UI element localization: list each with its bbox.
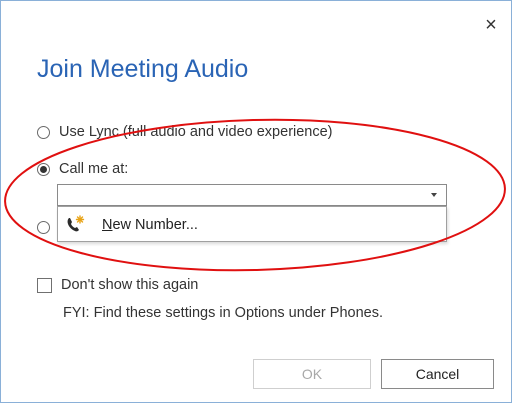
cancel-button[interactable]: Cancel <box>381 359 494 389</box>
dont-show-again-row[interactable]: Don't show this again <box>37 277 198 293</box>
dialog-title: Join Meeting Audio <box>37 55 249 83</box>
phone-new-number-icon <box>67 215 85 232</box>
chevron-down-icon[interactable] <box>431 193 437 197</box>
dont-show-again-label: Don't show this again <box>61 277 199 293</box>
call-me-at-label: Call me at: <box>59 161 129 177</box>
use-lync-label: Use Lync (full audio and video experienc… <box>59 124 333 140</box>
join-meeting-audio-dialog: × Join Meeting Audio Use Lync (full audi… <box>0 0 512 403</box>
call-me-at-dropdown-list: New Number... <box>57 206 447 242</box>
close-button[interactable]: × <box>480 15 502 37</box>
call-me-at-radio[interactable] <box>37 162 50 176</box>
new-number-text: ew Number... <box>112 217 198 233</box>
option-call-me-at[interactable]: Call me at: <box>37 160 128 178</box>
dont-show-again-checkbox[interactable] <box>37 277 52 293</box>
dropdown-item-new-number[interactable]: New Number... <box>59 208 445 240</box>
use-lync-radio[interactable] <box>37 125 50 139</box>
option-use-lync[interactable]: Use Lync (full audio and video experienc… <box>37 123 333 141</box>
fyi-text: FYI: Find these settings in Options unde… <box>63 305 383 321</box>
ok-button[interactable]: OK <box>253 359 371 389</box>
new-number-accel: N <box>102 217 113 233</box>
partial-radio[interactable] <box>37 221 50 234</box>
new-number-label: New Number... <box>102 217 198 233</box>
partial-radio-circle <box>37 221 50 234</box>
call-me-at-select[interactable] <box>57 184 447 206</box>
